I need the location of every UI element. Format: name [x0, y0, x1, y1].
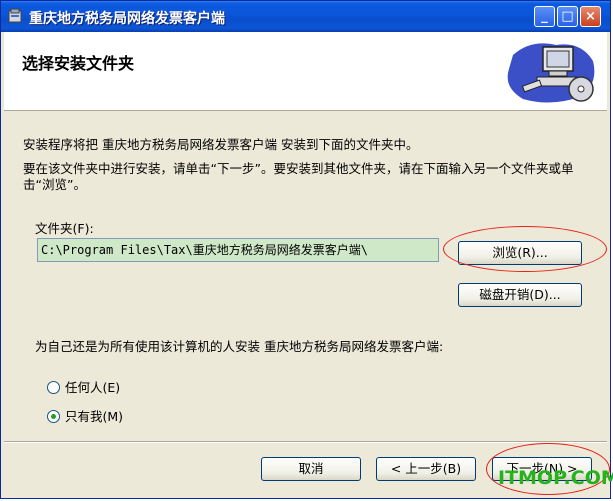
instruction-text: 要在该文件夹中进行安装，请单击“下一步”。要安装到其他文件夹，请在下面输入另一个…	[23, 161, 574, 192]
minimize-icon: _	[541, 9, 548, 24]
footer-divider	[4, 441, 607, 443]
installer-app-icon	[8, 8, 22, 23]
intro-text: 安装程序将把 重庆地方税务局网络发票客户端 安装到下面的文件夹中。	[23, 137, 419, 152]
watermark-text: ITMOP.COM	[498, 467, 613, 489]
radio-everyone[interactable]: 任何人(E)	[47, 377, 120, 396]
radio-only-me-label: 只有我(M)	[65, 409, 124, 424]
close-button[interactable]: ×	[580, 6, 601, 27]
folder-path-input[interactable]: C:\Program Files\Tax\重庆地方税务局网络发票客户端\	[37, 238, 439, 262]
minimize-button[interactable]: _	[534, 6, 555, 27]
maximize-button[interactable]: □	[557, 6, 578, 27]
radio-only-me[interactable]: 只有我(M)	[47, 406, 123, 425]
annotation-circle-browse	[443, 226, 607, 272]
back-button[interactable]: < 上一步(B)	[376, 457, 476, 481]
cancel-button[interactable]: 取消	[261, 457, 361, 481]
wizard-header: 选择安装文件夹	[4, 32, 607, 111]
radio-everyone-label: 任何人(E)	[65, 380, 121, 395]
window-title: 重庆地方税务局网络发票客户端	[29, 11, 225, 27]
installer-window: 重庆地方税务局网络发票客户端 _ □ × 选择安装文件夹 安装程序将把 重庆地方…	[0, 0, 613, 499]
close-icon: ×	[585, 9, 596, 24]
title-bar[interactable]: 重庆地方税务局网络发票客户端 _ □ ×	[1, 1, 610, 32]
page-title: 选择安装文件夹	[22, 54, 135, 73]
disk-cost-button[interactable]: 磁盘开销(D)...	[458, 283, 582, 307]
maximize-icon: □	[561, 9, 574, 24]
radio-only-me-icon[interactable]	[47, 410, 60, 423]
radio-everyone-icon[interactable]	[47, 381, 60, 394]
folder-label: 文件夹(F):	[35, 221, 94, 236]
install-for-label: 为自己还是为所有使用该计算机的人安装 重庆地方税务局网络发票客户端:	[35, 339, 444, 354]
computer-install-icon	[507, 43, 595, 103]
